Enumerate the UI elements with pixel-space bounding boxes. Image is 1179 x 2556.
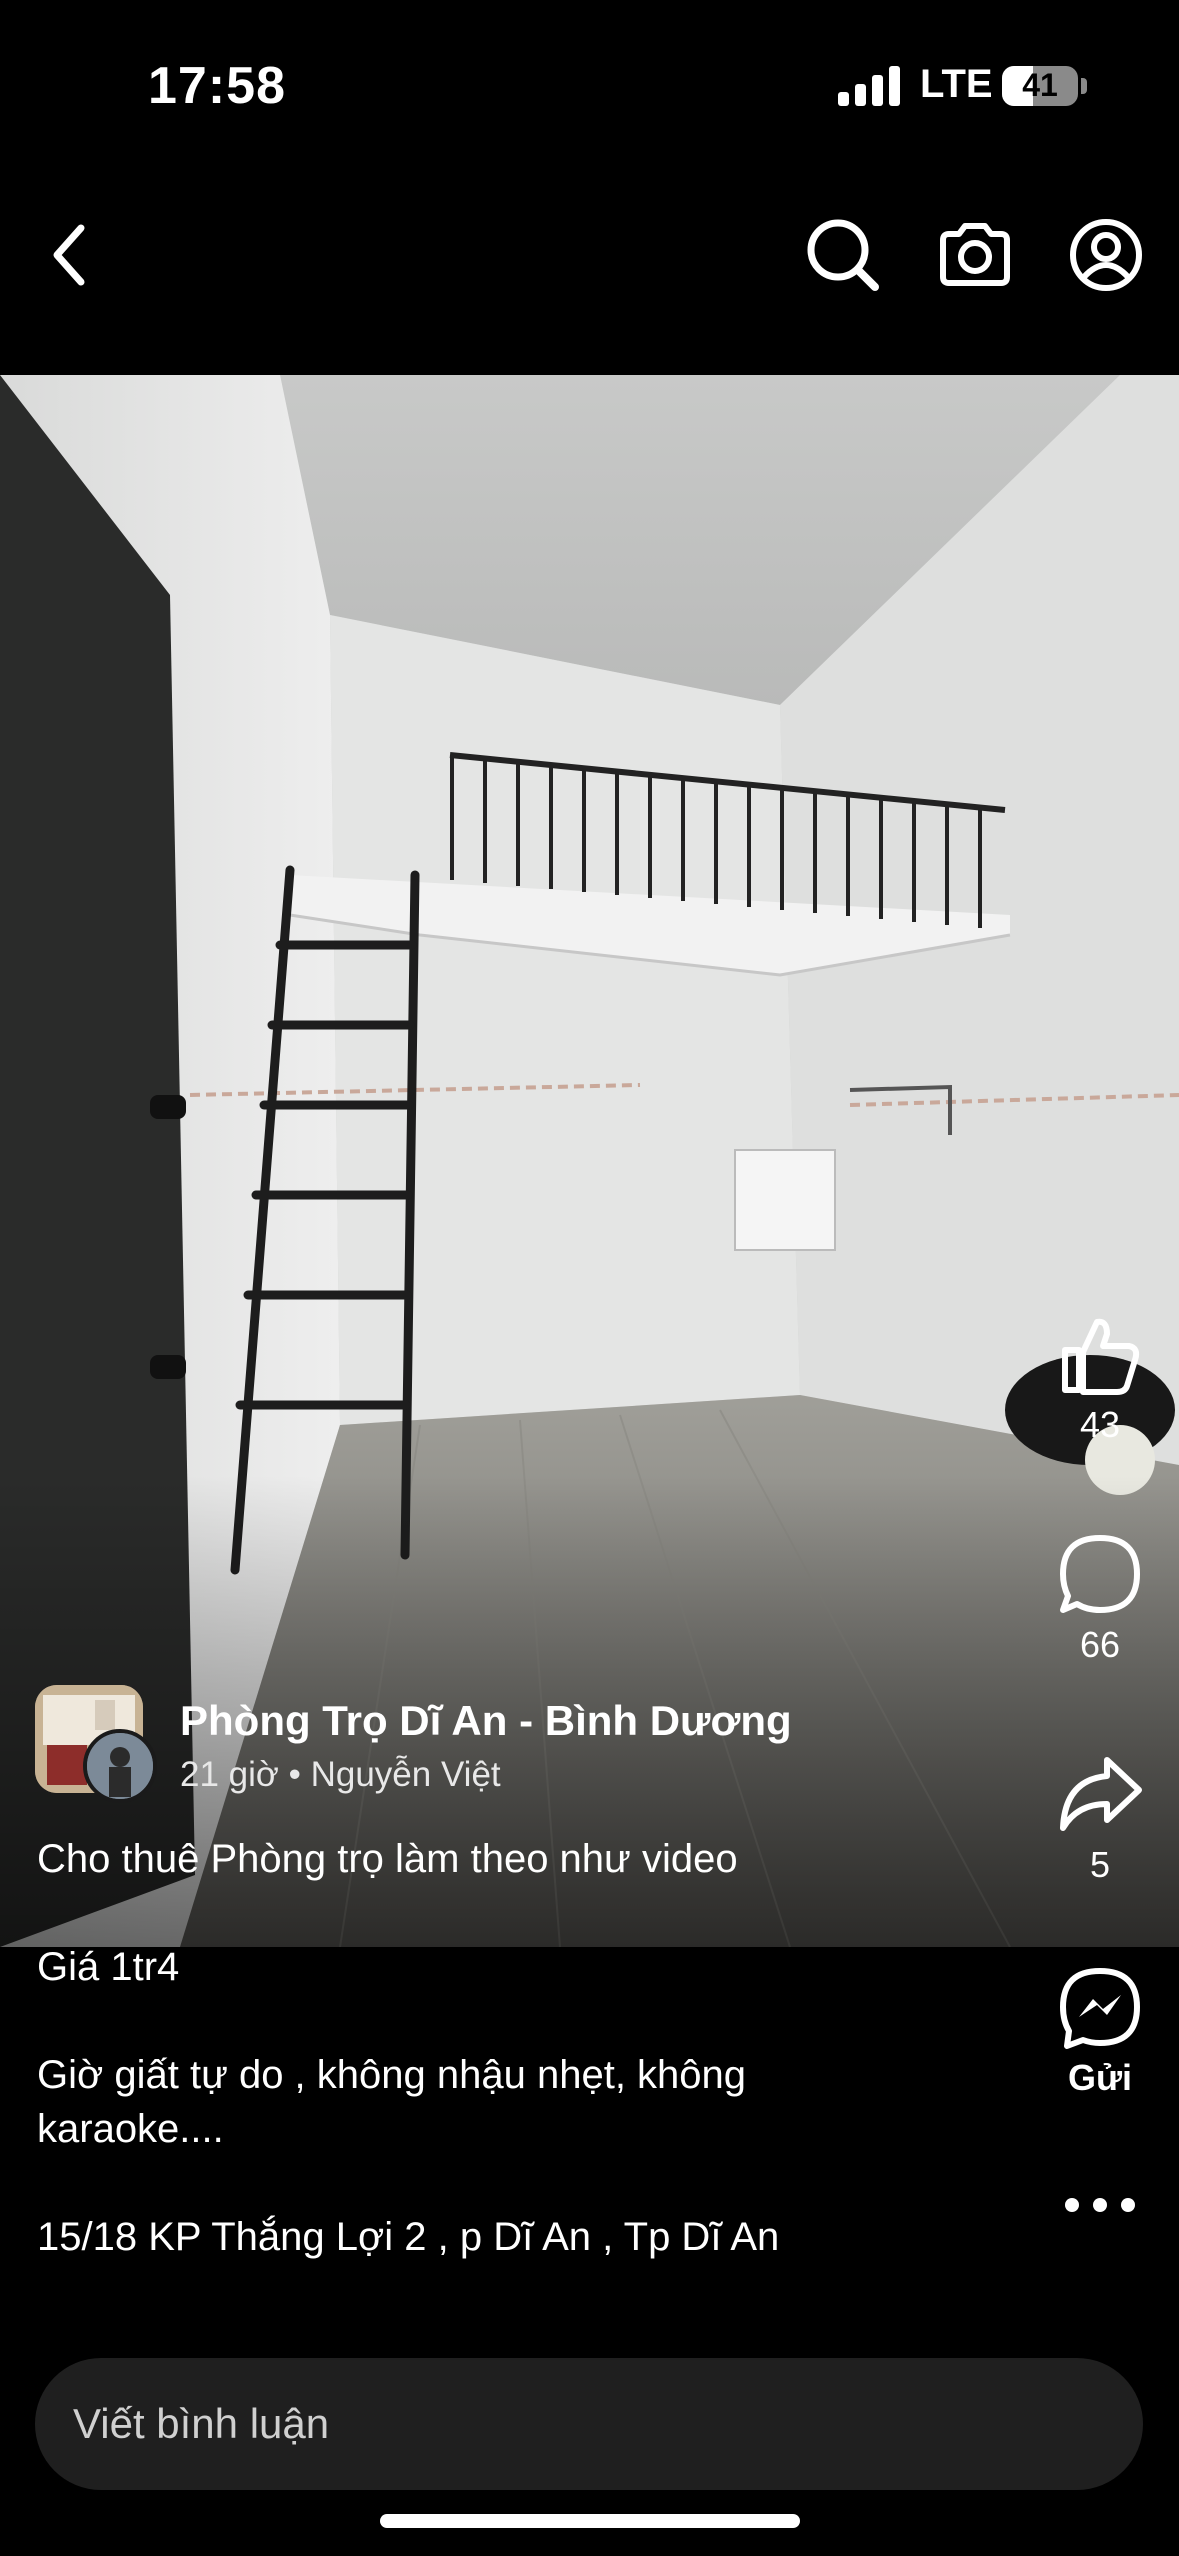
camera-button[interactable] (930, 210, 1020, 300)
caption-line: Cho thuê Phòng trọ làm theo như video (37, 1837, 738, 1881)
post-author-name[interactable]: Nguyễn Việt (311, 1755, 501, 1794)
search-icon (807, 219, 879, 291)
share-count: 5 (1089, 1844, 1111, 1885)
thumbs-up-icon (1062, 1318, 1140, 1395)
top-nav (0, 200, 1179, 310)
back-button[interactable] (25, 210, 115, 300)
comment-count: 66 (1079, 1624, 1121, 1665)
meta-separator: • (288, 1755, 301, 1794)
comment-button[interactable]: 66 (1030, 1530, 1170, 1666)
comment-input[interactable] (73, 2358, 1113, 2490)
post-caption: Cho thuê Phòng trọ làm theo như video Gi… (37, 1832, 1007, 2264)
author-avatar[interactable] (83, 1729, 157, 1803)
share-arrow-icon (1060, 1757, 1142, 1831)
chevron-left-icon (53, 224, 85, 286)
status-bar: 17:58 LTE 41 (0, 0, 1179, 170)
more-button[interactable] (1030, 2190, 1170, 2220)
home-indicator (380, 2514, 800, 2528)
caption-line: Giá 1tr4 (37, 1945, 180, 1989)
battery-icon: 41 (1002, 66, 1078, 106)
profile-button[interactable] (1061, 210, 1151, 300)
post-time: 21 giờ (180, 1755, 279, 1794)
comment-box[interactable] (35, 2358, 1143, 2490)
send-button[interactable]: Gửi (1030, 1963, 1170, 2099)
search-button[interactable] (798, 210, 888, 300)
messenger-icon (1060, 1968, 1140, 2049)
signal-icon (838, 66, 900, 106)
battery-nub (1081, 78, 1087, 94)
caption-line: 15/18 KP Thắng Lợi 2 , p Dĩ An , Tp Dĩ A… (37, 2215, 780, 2259)
send-label: Gửi (1067, 2057, 1133, 2098)
post-meta: 21 giờ • Nguyễn Việt (180, 1755, 501, 1795)
clock: 17:58 (148, 57, 286, 115)
profile-icon (1070, 219, 1142, 291)
battery-percent: 41 (1022, 67, 1058, 103)
like-button[interactable]: 43 (1030, 1310, 1170, 1446)
post-author[interactable]: Phòng Trọ Dĩ An - Bình Dương 21 giờ • Ng… (35, 1685, 1015, 1805)
comment-bubble-icon (1060, 1535, 1140, 1613)
more-dots-icon (1065, 2198, 1135, 2212)
like-count: 43 (1079, 1404, 1121, 1445)
camera-icon (940, 223, 1010, 286)
caption-line: Giờ giất tự do , không nhậu nhẹt, không … (37, 2053, 747, 2151)
page-name[interactable]: Phòng Trọ Dĩ An - Bình Dương (180, 1697, 792, 1745)
share-button[interactable]: 5 (1030, 1750, 1170, 1886)
network-type: LTE (920, 62, 993, 106)
